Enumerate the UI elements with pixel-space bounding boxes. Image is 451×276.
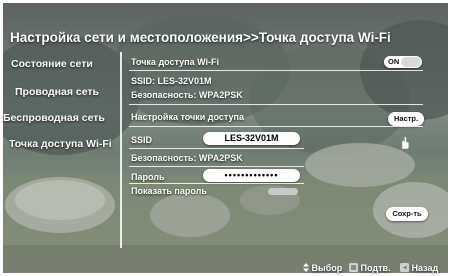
ssid-info: SSID: LES-32V01M — [131, 76, 212, 86]
sidebar-item-wifi-hotspot[interactable]: Точка доступа Wi-Fi — [9, 138, 123, 150]
footer-back-label: Назад — [411, 263, 439, 273]
ssid-input[interactable]: LES-32V01M — [203, 132, 300, 145]
hotspot-label: Точка доступа Wi-Fi — [131, 57, 220, 67]
show-password-toggle[interactable] — [268, 188, 298, 195]
sidebar-divider — [120, 52, 122, 248]
divider — [129, 70, 423, 71]
page-title: Настройка сети и местоположения>>Точка д… — [10, 30, 391, 45]
password-input[interactable]: ••••••••••••• — [203, 169, 300, 182]
sidebar: Состояние сети Проводная сеть Беспроводн… — [3, 52, 117, 242]
show-password-label: Показать пароль — [131, 186, 207, 196]
security-info: Безопасность: WPA2PSK — [131, 90, 243, 100]
ssid-label: SSID — [131, 135, 153, 145]
footer-select-hint: Выбор — [303, 263, 342, 273]
save-button[interactable]: Сохр-ть — [386, 207, 428, 221]
sidebar-item-network-status[interactable]: Состояние сети — [11, 58, 125, 70]
footer-confirm-hint: Подтв. — [349, 263, 391, 273]
pointer-hand-icon — [401, 136, 410, 150]
ok-button-icon — [349, 263, 358, 272]
sidebar-item-wired-network[interactable]: Проводная сеть — [15, 86, 129, 98]
footer-confirm-label: Подтв. — [360, 263, 391, 273]
security-label: Безопасность: WPA2PSK — [131, 153, 243, 163]
divider — [129, 166, 304, 167]
up-down-arrows-icon — [303, 263, 309, 272]
hotspot-setup-label: Настройка точки доступа — [131, 112, 244, 122]
password-label: Пароль — [131, 172, 165, 182]
divider — [129, 183, 304, 184]
toggle-knob — [401, 57, 421, 67]
footer-back-hint: Назад — [400, 263, 438, 273]
hotspot-toggle[interactable]: ON — [384, 56, 422, 68]
hotspot-toggle-label: ON — [388, 57, 400, 66]
divider — [129, 126, 423, 127]
setup-button[interactable]: Настр. — [388, 112, 424, 126]
sidebar-item-wireless-network[interactable]: Беспроводная сеть — [3, 112, 117, 124]
divider — [129, 148, 304, 149]
back-button-icon — [400, 263, 409, 272]
divider — [129, 104, 423, 105]
footer-select-label: Выбор — [311, 263, 343, 273]
tv-settings-screen: Настройка сети и местоположения>>Точка д… — [0, 0, 451, 276]
